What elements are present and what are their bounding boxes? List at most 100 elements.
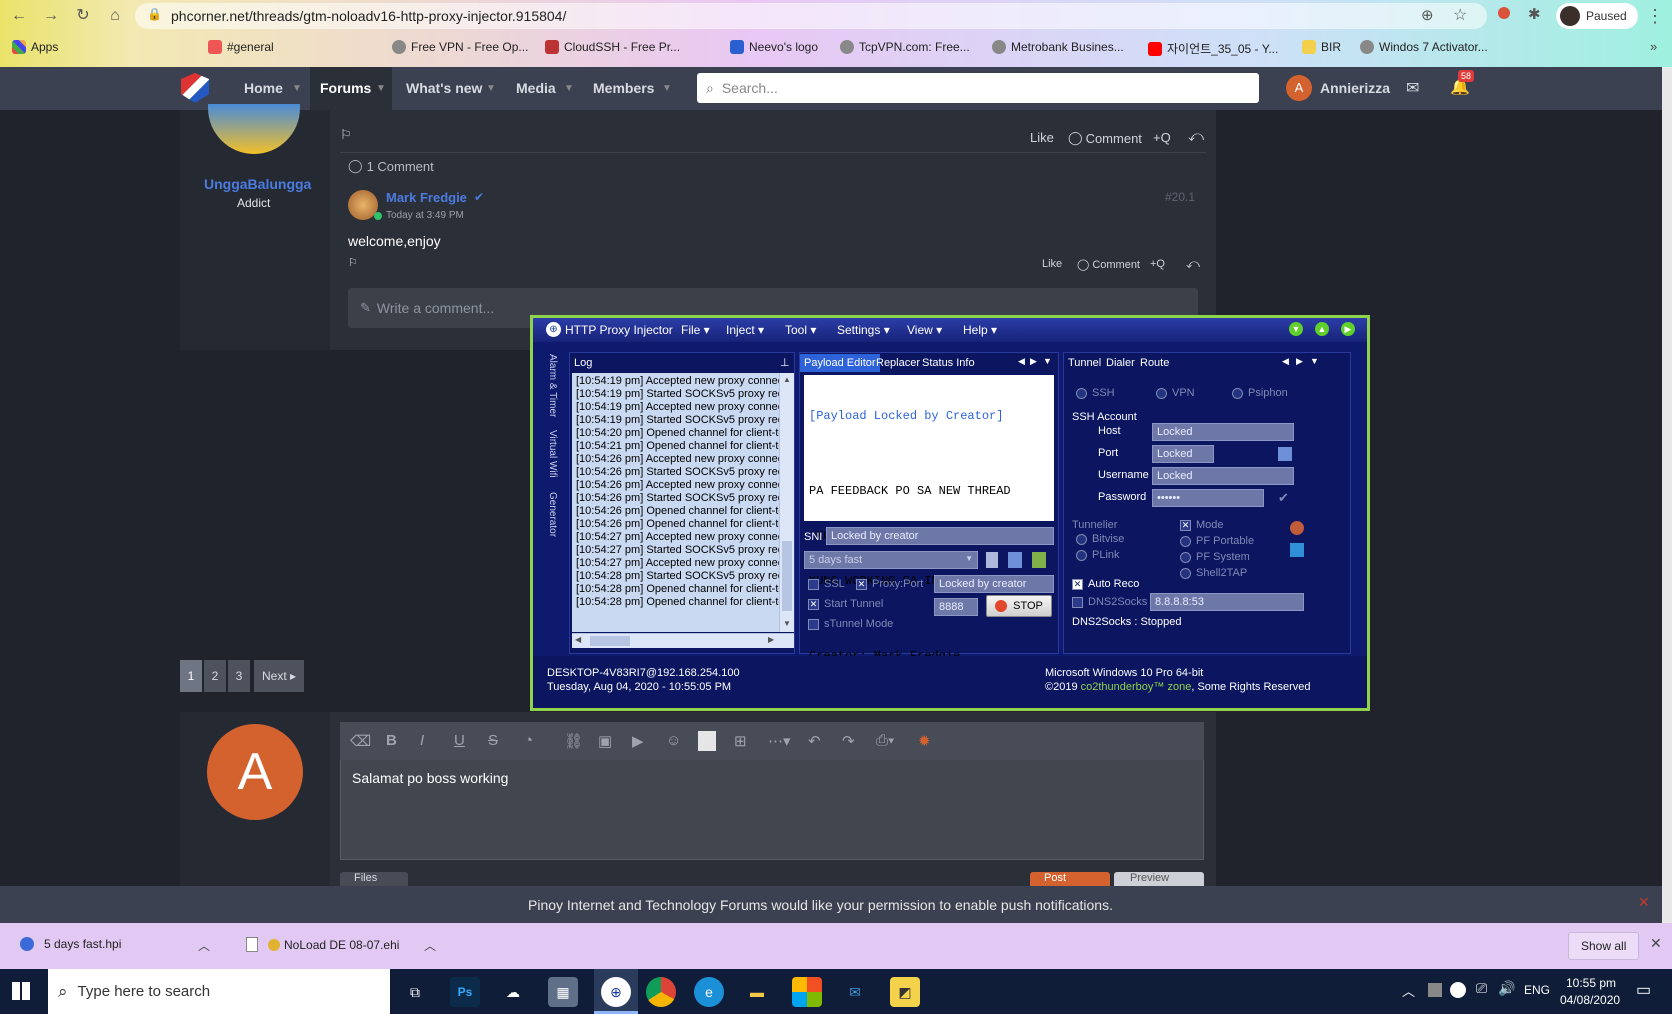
- radio-plink[interactable]: [1076, 550, 1087, 561]
- menu-tool[interactable]: Tool ▾: [785, 323, 816, 337]
- chevron-up-icon[interactable]: ︿: [1402, 981, 1415, 1000]
- local-port-input[interactable]: 8888: [934, 598, 978, 616]
- radio-pf-system[interactable]: [1180, 552, 1191, 563]
- smiley-icon[interactable]: ☺: [666, 732, 681, 749]
- file-explorer-icon[interactable]: ▬: [742, 977, 772, 1007]
- app-icon[interactable]: ☁: [498, 977, 528, 1007]
- scroll-right-icon[interactable]: ▶: [768, 635, 774, 644]
- site-logo[interactable]: [181, 73, 209, 103]
- proxy-port-checkbox[interactable]: ✕: [856, 579, 867, 590]
- share-icon[interactable]: ⤺: [1186, 256, 1200, 272]
- profile-select[interactable]: 5 days fast ▼: [804, 551, 978, 569]
- nav-media[interactable]: Media: [516, 80, 556, 96]
- bookmark-freevpn[interactable]: Free VPN - Free Op...: [392, 40, 528, 54]
- taskbar-search[interactable]: ⌕ Type here to search: [48, 969, 390, 1014]
- log-list[interactable]: [10:54:19 pm] Accepted new proxy connect…: [572, 373, 794, 632]
- user-menu[interactable]: A Annierizza: [1286, 75, 1390, 101]
- tab-prev-icon[interactable]: ◀: [1282, 356, 1289, 367]
- log-vscrollbar[interactable]: ▲ ▼: [779, 373, 794, 632]
- page-3[interactable]: 3: [228, 660, 250, 692]
- clock-time[interactable]: 10:55 pm: [1566, 976, 1616, 990]
- post-reply-button[interactable]: Post: [1030, 872, 1110, 886]
- scroll-down-icon[interactable]: ▼: [783, 619, 791, 628]
- tab-menu-icon[interactable]: ▼: [1310, 356, 1319, 366]
- bookmark-cloudssh[interactable]: CloudSSH - Free Pr...: [545, 40, 680, 54]
- comment-like-button[interactable]: Like: [1042, 258, 1062, 270]
- tab-next-icon[interactable]: ▶: [1296, 356, 1303, 367]
- new-file-icon[interactable]: [986, 552, 998, 568]
- bookmark-neevo[interactable]: Neevo's logo: [730, 40, 818, 54]
- inbox-envelope-icon[interactable]: ✉: [1406, 78, 1419, 98]
- stop-button[interactable]: STOP: [986, 595, 1052, 617]
- side-tab-generator[interactable]: Generator: [547, 492, 558, 537]
- tab-dialer[interactable]: Dialer: [1106, 357, 1135, 369]
- start-tunnel-checkbox[interactable]: ✕: [808, 599, 819, 610]
- page-1[interactable]: 1: [180, 660, 202, 692]
- bookmark-youtube-video[interactable]: 자이언트_35_05 - Y...: [1148, 40, 1278, 57]
- tab-prev-icon[interactable]: ◀: [1018, 356, 1025, 367]
- bookmark-star-icon[interactable]: ☆: [1453, 5, 1467, 25]
- tab-tunnel[interactable]: Tunnel: [1068, 357, 1101, 369]
- nav-home[interactable]: Home: [244, 80, 283, 96]
- undo-icon[interactable]: ↶: [808, 732, 821, 750]
- scroll-left-icon[interactable]: ◀: [575, 635, 581, 644]
- more-icon[interactable]: ⋯▾: [768, 732, 791, 750]
- comment-reply-button[interactable]: ◯ Comment: [1077, 258, 1140, 272]
- save-icon[interactable]: [1278, 447, 1292, 461]
- photoshop-icon[interactable]: Ps: [450, 977, 480, 1007]
- hpi-tray-icon[interactable]: [1450, 982, 1466, 998]
- radio-pf-portable[interactable]: [1180, 536, 1191, 547]
- eraser-icon[interactable]: ⌫: [350, 732, 371, 750]
- tab-replacer[interactable]: Replacer: [876, 357, 920, 369]
- menu-view[interactable]: View ▾: [907, 323, 942, 337]
- radio-vpn[interactable]: [1156, 388, 1167, 399]
- attach-files-button[interactable]: Files: [340, 872, 408, 886]
- table-icon[interactable]: ⊞: [734, 732, 747, 750]
- close-icon[interactable]: ✕: [1638, 894, 1650, 911]
- close-icon[interactable]: ▶: [1341, 322, 1355, 336]
- comment-quote-button[interactable]: +Q: [1150, 258, 1165, 270]
- chevron-down-icon[interactable]: ▼: [292, 83, 302, 94]
- bookmark-general[interactable]: #general: [208, 40, 274, 54]
- preview-button[interactable]: Preview: [1114, 872, 1204, 886]
- tab-menu-icon[interactable]: ▼: [1043, 356, 1052, 366]
- refresh-icon[interactable]: [1290, 543, 1304, 557]
- notification-center-icon[interactable]: ▭: [1636, 980, 1651, 1000]
- dns2socks-checkbox[interactable]: [1072, 597, 1083, 608]
- settings-gear-icon[interactable]: ✹: [918, 732, 931, 750]
- log-hscrollbar[interactable]: ◀ ▶: [572, 633, 794, 648]
- chrome-icon[interactable]: [646, 977, 676, 1007]
- chevron-down-icon[interactable]: ▼: [376, 83, 386, 94]
- zoom-icon[interactable]: ⊕: [1421, 6, 1434, 24]
- calculator-icon[interactable]: ▦: [548, 977, 578, 1007]
- bold-icon[interactable]: B: [386, 732, 397, 749]
- home-icon[interactable]: ⌂: [104, 5, 126, 27]
- download-item-hpi[interactable]: 5 days fast.hpi: [20, 937, 121, 951]
- auto-reco-checkbox[interactable]: ✕: [1072, 579, 1083, 590]
- clock-date[interactable]: 04/08/2020: [1560, 993, 1620, 1007]
- media-icon[interactable]: [698, 731, 716, 751]
- nav-whats-new[interactable]: What's new: [406, 80, 482, 96]
- http-proxy-injector-window[interactable]: ⊕ HTTP Proxy Injector File ▾ Inject ▾ To…: [530, 315, 1370, 711]
- sni-input[interactable]: Locked by creator: [826, 527, 1054, 545]
- bookmark-metrobank[interactable]: Metrobank Busines...: [992, 40, 1124, 54]
- forum-search-input[interactable]: ⌕ Search...: [697, 73, 1259, 103]
- nav-members[interactable]: Members: [593, 80, 654, 96]
- menu-dots-icon[interactable]: ⋮: [1644, 5, 1666, 27]
- radio-bitvise[interactable]: [1076, 534, 1087, 545]
- maximize-icon[interactable]: ▲: [1315, 322, 1329, 336]
- chevron-up-icon[interactable]: ︿: [424, 937, 436, 954]
- video-icon[interactable]: ▶: [632, 732, 644, 750]
- hpi-taskbar-icon[interactable]: ⊕: [601, 977, 631, 1007]
- store-icon[interactable]: [792, 977, 822, 1007]
- side-tab-virtual-wifi[interactable]: Virtual Wifi: [547, 430, 558, 478]
- bookmark-tcpvpn[interactable]: TcpVPN.com: Free...: [840, 40, 970, 54]
- tray-icon[interactable]: [1428, 983, 1442, 997]
- dns-input[interactable]: 8.8.8.8:53: [1150, 593, 1304, 611]
- next-page-button[interactable]: Next ▸: [254, 660, 305, 692]
- download-item-ehi[interactable]: NoLoad DE 08-07.ehi: [246, 937, 399, 952]
- comment-number[interactable]: #20.1: [1165, 190, 1195, 204]
- page-2[interactable]: 2: [204, 660, 226, 692]
- save-draft-icon[interactable]: ⎙▾: [876, 732, 894, 749]
- chevron-down-icon[interactable]: ▼: [662, 83, 672, 94]
